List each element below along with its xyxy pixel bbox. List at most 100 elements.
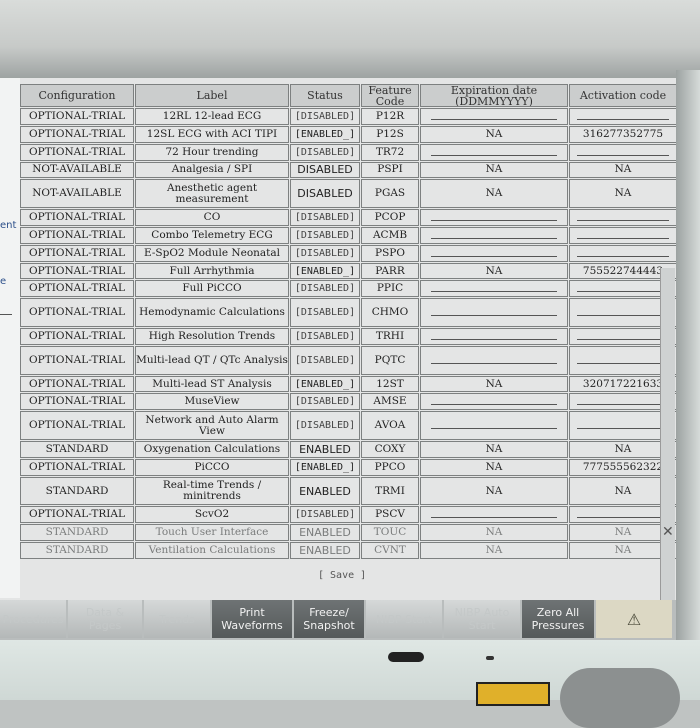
cell-expiration-date[interactable]: [420, 280, 568, 298]
table-row: OPTIONAL-TRIAL Hemodynamic Calculations [D…: [20, 298, 676, 328]
cell-expiration-date[interactable]: [420, 328, 568, 345]
entry-field-line[interactable]: [431, 338, 557, 340]
cell-expiration-date[interactable]: [420, 226, 568, 244]
cell-activation-code[interactable]: NA: [569, 179, 676, 209]
cell-expiration-date[interactable]: [420, 393, 568, 411]
trim-knob[interactable]: [560, 668, 680, 728]
entry-field-line[interactable]: [577, 517, 669, 519]
entry-field-line[interactable]: [577, 118, 669, 120]
header-expiration-date: Expiration date (DDMMYYYY): [420, 84, 568, 107]
entry-field-line[interactable]: [577, 237, 669, 239]
cell-activation-code[interactable]: [569, 143, 676, 161]
cell-configuration: STANDARD: [20, 524, 134, 542]
function-key[interactable]: Data & Pages: [68, 600, 142, 638]
feature-license-table: Configuration Label Status Feature Code …: [20, 84, 676, 560]
table-row: OPTIONAL-TRIAL Multi-lead QT / QTc Analys…: [20, 345, 676, 376]
entry-field-line[interactable]: [431, 118, 557, 120]
entry-field-line[interactable]: [431, 255, 557, 257]
function-key[interactable]: Trends: [144, 600, 210, 638]
function-key[interactable]: Freeze/ Snapshot: [294, 600, 364, 638]
cell-status: ENABLED: [290, 542, 360, 560]
cell-expiration-date[interactable]: [420, 143, 568, 161]
function-key[interactable]: Print Waveforms: [212, 600, 292, 638]
function-key[interactable]: Procedures: [0, 600, 66, 638]
table-row: NOT-AVAILABLE Analgesia / SPI DISABLED PSPI…: [20, 161, 676, 180]
cell-label: MuseView: [135, 393, 289, 411]
cell-configuration: OPTIONAL-TRIAL: [20, 209, 134, 226]
function-key[interactable]: NIBP Start: [366, 600, 442, 638]
monitor-screen: ent e Configuration Label Status Feature…: [0, 78, 676, 640]
cell-configuration: OPTIONAL-TRIAL: [20, 458, 134, 476]
close-icon[interactable]: ✕: [662, 524, 674, 540]
cell-configuration: OPTIONAL-TRIAL: [20, 328, 134, 345]
entry-field-line[interactable]: [577, 315, 669, 317]
cell-expiration-date[interactable]: NA: [420, 161, 568, 179]
cell-configuration: OPTIONAL-TRIAL: [20, 125, 134, 143]
cell-feature-code: CHMO: [361, 298, 419, 328]
cell-label: CO: [135, 209, 289, 226]
cell-status: [DISABLED]: [290, 226, 360, 244]
entry-field-line[interactable]: [431, 220, 557, 222]
cell-expiration-date[interactable]: NA: [420, 179, 568, 209]
cell-feature-code: ACMB: [361, 226, 419, 244]
cell-activation-code[interactable]: NA: [569, 161, 676, 179]
entry-field-line[interactable]: [431, 315, 557, 317]
cell-expiration-date[interactable]: NA: [420, 458, 568, 476]
entry-field-line[interactable]: [577, 404, 669, 406]
cell-activation-code[interactable]: [569, 226, 676, 244]
side-panel-text: ent: [0, 220, 17, 231]
function-key[interactable]: NIBP Auto Start: [444, 600, 520, 638]
entry-field-line[interactable]: [577, 154, 669, 156]
entry-field-line[interactable]: [431, 362, 557, 364]
cell-activation-code[interactable]: [569, 244, 676, 262]
entry-field-line[interactable]: [577, 291, 669, 293]
cell-expiration-date[interactable]: [420, 506, 568, 524]
left-side-panel: [0, 78, 20, 598]
cell-feature-code: TOUC: [361, 524, 419, 542]
cell-configuration: OPTIONAL-TRIAL: [20, 298, 134, 328]
cell-status: [DISABLED]: [290, 280, 360, 298]
cell-activation-code[interactable]: [569, 108, 676, 125]
cell-expiration-date[interactable]: [420, 345, 568, 375]
cell-expiration-date[interactable]: [420, 411, 568, 441]
alarm-silence-icon[interactable]: ⚠: [596, 600, 672, 638]
cell-expiration-date[interactable]: NA: [420, 476, 568, 506]
cell-expiration-date[interactable]: NA: [420, 375, 568, 393]
cell-status: [DISABLED]: [290, 108, 360, 125]
cell-expiration-date[interactable]: NA: [420, 262, 568, 280]
function-key[interactable]: Zero All Pressures: [522, 600, 594, 638]
cell-status: [DISABLED]: [290, 345, 360, 375]
entry-field-line[interactable]: [431, 291, 557, 293]
cell-feature-code: PCOP: [361, 209, 419, 226]
header-configuration: Configuration: [20, 84, 134, 107]
cell-status: [DISABLED]: [290, 411, 360, 441]
entry-field-line[interactable]: [431, 428, 557, 430]
cell-expiration-date[interactable]: [420, 298, 568, 328]
cell-expiration-date[interactable]: [420, 108, 568, 125]
cell-expiration-date[interactable]: NA: [420, 441, 568, 458]
cell-activation-code[interactable]: [569, 209, 676, 226]
cell-activation-code[interactable]: 316277352775: [569, 125, 676, 143]
cell-expiration-date[interactable]: NA: [420, 524, 568, 542]
table-row: NOT-AVAILABLE Anesthetic agent measuremen…: [20, 179, 676, 209]
entry-field-line[interactable]: [431, 404, 557, 406]
table-scrollbar[interactable]: [660, 268, 675, 608]
entry-field-line[interactable]: [577, 255, 669, 257]
cell-expiration-date[interactable]: NA: [420, 542, 568, 560]
warning-sticker: [476, 682, 550, 706]
function-key-bar: Procedures Data & Pages Trends Print Wavefo…: [0, 600, 676, 640]
cell-expiration-date[interactable]: NA: [420, 125, 568, 143]
cell-feature-code: P12S: [361, 125, 419, 143]
entry-field-line[interactable]: [431, 154, 557, 156]
table-row: STANDARD Touch User Interface ENABLED TOUC N…: [20, 524, 676, 542]
entry-field-line[interactable]: [431, 237, 557, 239]
cell-configuration: OPTIONAL-TRIAL: [20, 280, 134, 298]
cell-expiration-date[interactable]: [420, 244, 568, 262]
entry-field-line[interactable]: [577, 428, 669, 430]
entry-field-line[interactable]: [431, 517, 557, 519]
entry-field-line[interactable]: [577, 362, 669, 364]
entry-field-line[interactable]: [577, 220, 669, 222]
entry-field-line[interactable]: [577, 338, 669, 340]
cell-expiration-date[interactable]: [420, 209, 568, 226]
save-button[interactable]: [ Save ]: [318, 570, 366, 581]
